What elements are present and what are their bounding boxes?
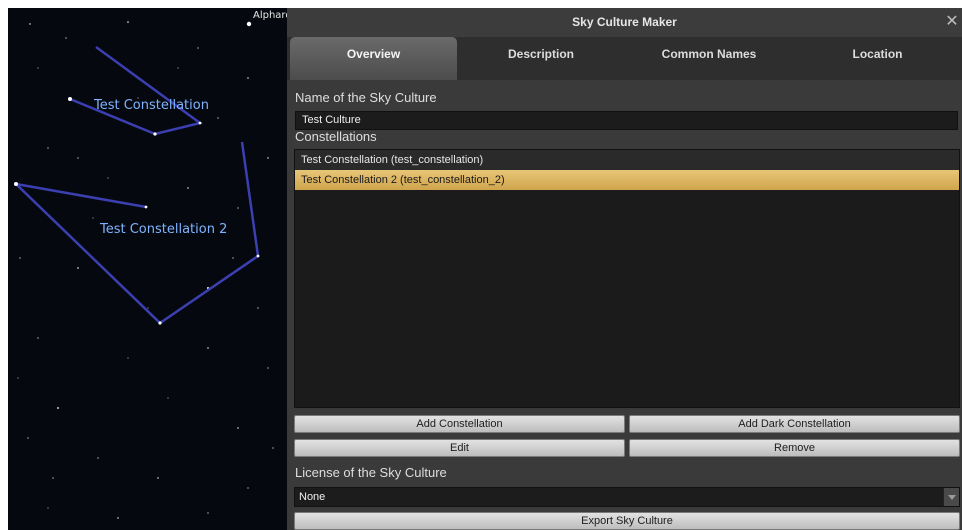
export-sky-culture-button[interactable]: Export Sky Culture — [294, 512, 960, 530]
constellation-label-1: Test Constellation — [94, 98, 209, 113]
sky-culture-name-input[interactable]: Test Culture — [295, 111, 958, 130]
list-item-selected[interactable]: Test Constellation 2 (test_constellation… — [295, 170, 959, 190]
dialog-titlebar[interactable]: Sky Culture Maker ✕ — [287, 8, 962, 37]
tab-location[interactable]: Location — [793, 37, 962, 80]
sky-culture-maker-dialog: Sky Culture Maker ✕ Overview Description… — [287, 8, 962, 530]
remove-button[interactable]: Remove — [629, 439, 960, 457]
chevron-down-glyph — [948, 495, 956, 500]
background-stars — [17, 21, 274, 519]
screen: Alphard Test Constellation Test Constell… — [0, 0, 962, 530]
constellations-section-label: Constellations — [295, 129, 377, 144]
license-section-label: License of the Sky Culture — [295, 465, 447, 480]
name-section-label: Name of the Sky Culture — [295, 90, 437, 105]
add-constellation-button[interactable]: Add Constellation — [294, 415, 625, 433]
star-label-alphard: Alphard — [253, 10, 292, 21]
tab-bar: Overview Description Common Names Locati… — [287, 37, 962, 80]
tab-common-names[interactable]: Common Names — [625, 37, 793, 80]
alphard-star[interactable] — [246, 21, 252, 27]
close-icon[interactable]: ✕ — [944, 13, 960, 31]
constellation-1-lines — [69, 45, 203, 136]
license-selected-value: None — [299, 491, 326, 503]
chevron-down-icon[interactable] — [943, 488, 959, 506]
tab-description[interactable]: Description — [457, 37, 625, 80]
constellation-lines — [15, 45, 260, 325]
overview-panel: Name of the Sky Culture Test Culture Con… — [287, 80, 962, 530]
edit-button[interactable]: Edit — [294, 439, 625, 457]
list-item[interactable]: Test Constellation (test_constellation) — [295, 150, 959, 170]
constellation-label-2: Test Constellation 2 — [100, 222, 228, 237]
license-select[interactable]: None — [294, 487, 960, 507]
dialog-title: Sky Culture Maker — [572, 15, 677, 29]
tab-overview[interactable]: Overview — [290, 37, 457, 80]
add-dark-constellation-button[interactable]: Add Dark Constellation — [629, 415, 960, 433]
constellations-list[interactable]: Test Constellation (test_constellation) … — [294, 149, 960, 408]
